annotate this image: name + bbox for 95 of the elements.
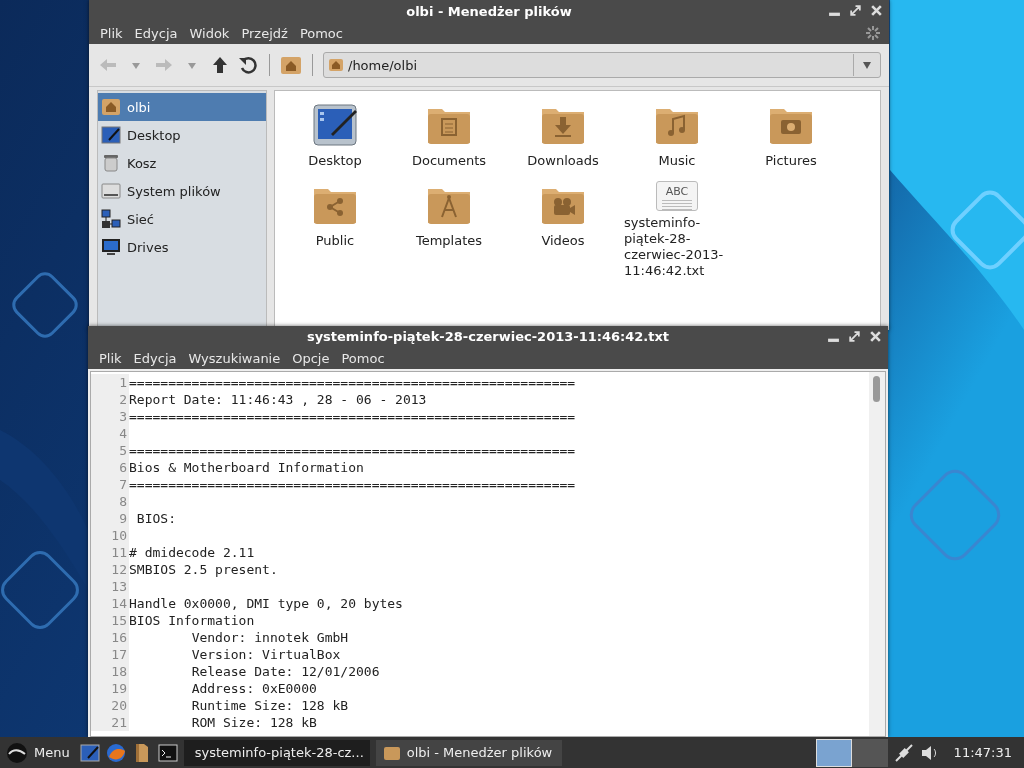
line-number: 19 bbox=[91, 680, 129, 697]
file-name[interactable]: Music bbox=[622, 153, 732, 169]
sidebar-item[interactable]: olbi bbox=[98, 93, 266, 121]
sidebar-item[interactable]: Drives bbox=[98, 233, 266, 261]
desktop-icon bbox=[101, 125, 121, 145]
home-folder-icon bbox=[101, 97, 121, 117]
line-number: 6 bbox=[91, 459, 129, 476]
network-icon[interactable] bbox=[893, 742, 914, 763]
trash-icon bbox=[101, 153, 121, 173]
line-number: 17 bbox=[91, 646, 129, 663]
menu-item[interactable]: Przejdź bbox=[236, 25, 293, 41]
home-folder-icon[interactable] bbox=[280, 54, 302, 76]
code-line: Runtime Size: 128 kB bbox=[190, 697, 349, 714]
code-line: Address: 0xE0000 bbox=[190, 680, 317, 697]
menu-item[interactable]: Plik bbox=[95, 25, 128, 41]
menu-item[interactable]: Edycja bbox=[128, 350, 182, 366]
menu-item[interactable]: Opcje bbox=[287, 350, 335, 366]
home-folder-icon bbox=[328, 57, 344, 73]
line-number: 7 bbox=[91, 476, 129, 493]
sidebar-item[interactable]: Sieć bbox=[98, 205, 266, 233]
taskbar-item[interactable]: systeminfo-piątek-28-cz... bbox=[183, 739, 370, 766]
menu-item[interactable]: Edycja bbox=[129, 25, 183, 41]
scrollbar[interactable] bbox=[869, 372, 885, 736]
maximize-icon[interactable] bbox=[849, 4, 862, 17]
code-line: Release Date: 12/01/2006 bbox=[190, 663, 380, 680]
line-number: 9 bbox=[91, 510, 129, 527]
menu-item[interactable]: Plik bbox=[94, 350, 127, 366]
drive-icon bbox=[101, 181, 121, 201]
line-number: 20 bbox=[91, 697, 129, 714]
line-number: 3 bbox=[91, 408, 129, 425]
sidebar-item[interactable]: Desktop bbox=[98, 121, 266, 149]
code-line: ========================================================= bbox=[129, 408, 576, 425]
code-line: Bios & Motherboard Information bbox=[129, 459, 364, 476]
taskbar-item[interactable]: olbi - Menedżer plików bbox=[375, 739, 562, 766]
line-number: 15 bbox=[91, 612, 129, 629]
line-number: 4 bbox=[91, 425, 129, 442]
sidebar-item[interactable]: Kosz bbox=[98, 149, 266, 177]
location-field[interactable]: /home/olbi bbox=[323, 52, 881, 78]
globe-icon[interactable] bbox=[105, 742, 126, 763]
workspace[interactable] bbox=[851, 738, 888, 767]
spinner-icon bbox=[865, 25, 881, 41]
file-name[interactable]: systeminfo-piątek-28-czerwiec-2013-11:46:42.txt bbox=[624, 215, 730, 279]
text-file-icon: ABC bbox=[656, 181, 698, 211]
code-line: Version: VirtualBox bbox=[190, 646, 341, 663]
code-line: ROM Size: 128 kB bbox=[190, 714, 317, 731]
code-line: BIOS: bbox=[135, 510, 176, 527]
file-name[interactable]: Documents bbox=[394, 153, 504, 169]
file-name[interactable]: Public bbox=[280, 233, 390, 249]
code-line: ========================================================= bbox=[129, 476, 576, 493]
menu-logo-icon bbox=[4, 741, 30, 764]
menu-item[interactable]: Pomoc bbox=[336, 350, 390, 366]
window-title: olbi - Menedżer plików bbox=[406, 3, 572, 19]
menu-item[interactable]: Widok bbox=[184, 25, 235, 41]
code-line: ========================================================= bbox=[129, 442, 576, 459]
menu-button[interactable]: Menu bbox=[4, 741, 74, 764]
line-number: 21 bbox=[91, 714, 129, 731]
close-icon[interactable] bbox=[869, 330, 882, 343]
network-icon bbox=[101, 209, 121, 229]
line-number: 12 bbox=[91, 561, 129, 578]
maximize-icon[interactable] bbox=[848, 330, 861, 343]
dropdown-icon[interactable] bbox=[862, 60, 872, 70]
line-number: 2 bbox=[91, 391, 129, 408]
line-number: 14 bbox=[91, 595, 129, 612]
line-number: 13 bbox=[91, 578, 129, 595]
desktop-icon[interactable] bbox=[79, 742, 100, 763]
code-line: Report Date: 11:46:43 , 28 - 06 - 2013 bbox=[129, 391, 427, 408]
refresh-icon[interactable] bbox=[237, 54, 259, 76]
file-name[interactable]: Pictures bbox=[736, 153, 846, 169]
code-line: Vendor: innotek GmbH bbox=[190, 629, 349, 646]
menu-item[interactable]: Pomoc bbox=[294, 25, 348, 41]
close-icon[interactable] bbox=[870, 4, 883, 17]
menu-item[interactable]: Wyszukiwanie bbox=[183, 350, 286, 366]
line-number: 10 bbox=[91, 527, 129, 544]
monitor-icon bbox=[101, 237, 121, 257]
code-line: ========================================================= bbox=[129, 374, 576, 391]
line-number: 11 bbox=[91, 544, 129, 561]
line-number: 18 bbox=[91, 663, 129, 680]
line-number: 1 bbox=[91, 374, 129, 391]
file-name[interactable]: Downloads bbox=[508, 153, 618, 169]
line-number: 16 bbox=[91, 629, 129, 646]
line-number: 8 bbox=[91, 493, 129, 510]
code-line: # dmidecode 2.11 bbox=[129, 544, 255, 561]
line-number: 5 bbox=[91, 442, 129, 459]
window-title: systeminfo-piątek-28-czerwiec-2013-11:46:42.txt bbox=[306, 329, 670, 344]
sidebar-item[interactable]: System plików bbox=[98, 177, 266, 205]
code-line: Handle 0x0000, DMI type 0, 20 bytes bbox=[129, 595, 403, 612]
workspace[interactable] bbox=[815, 738, 852, 767]
code-line: BIOS Information bbox=[129, 612, 255, 629]
file-name[interactable]: Desktop bbox=[280, 153, 390, 169]
code-line: SMBIOS 2.5 present. bbox=[129, 561, 278, 578]
clock: 11:47:31 bbox=[952, 745, 1013, 760]
desktop-icon bbox=[311, 101, 359, 149]
terminal-icon[interactable] bbox=[157, 742, 178, 763]
file-name[interactable]: Templates bbox=[394, 233, 504, 249]
file-name[interactable]: Videos bbox=[508, 233, 618, 249]
